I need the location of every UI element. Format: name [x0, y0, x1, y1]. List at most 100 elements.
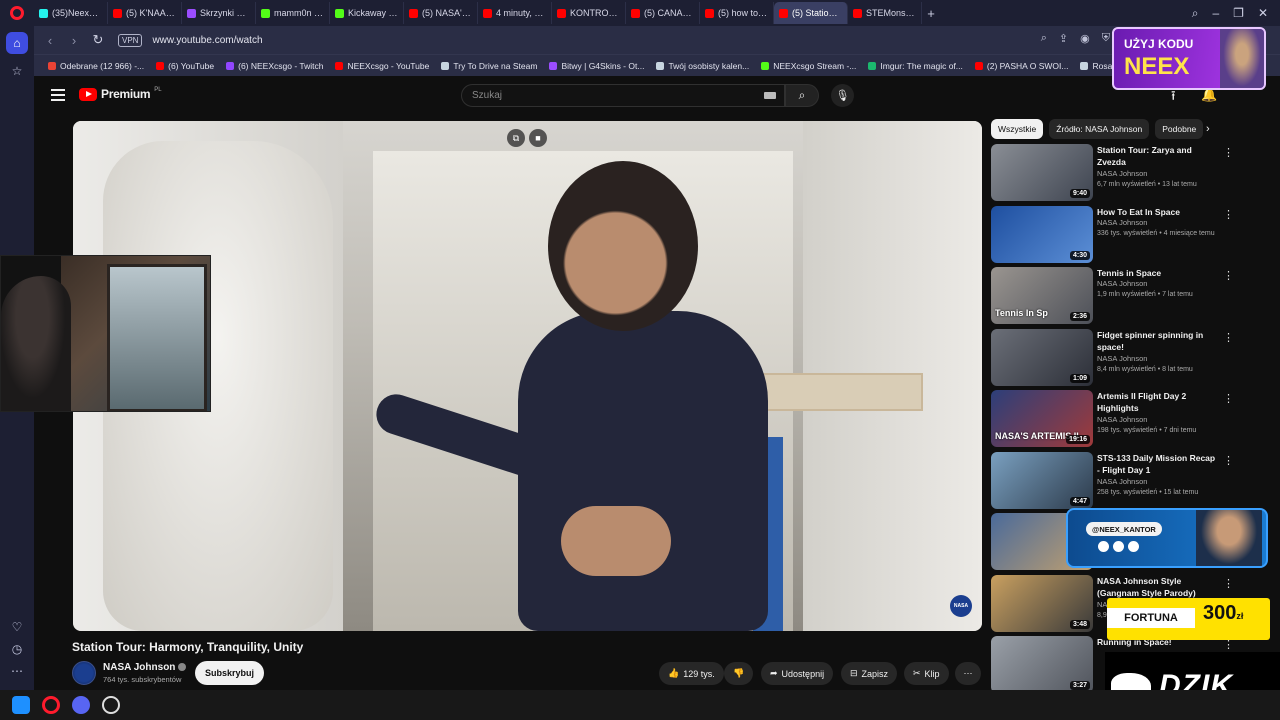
- browser-tab[interactable]: (5) K'NAAN - W: [108, 2, 182, 24]
- pip-icon[interactable]: ⧉: [507, 129, 525, 147]
- bookmark-item[interactable]: NEEXcsgo Stream -...: [755, 61, 862, 71]
- video-thumbnail[interactable]: 9:40: [991, 144, 1093, 201]
- voice-search-button[interactable]: 🎙: [831, 84, 854, 107]
- filter-chip[interactable]: Podobne: [1155, 119, 1204, 139]
- browser-tab[interactable]: Kickaway - Kick Gi: [330, 2, 404, 24]
- video-channel[interactable]: NASA Johnson: [1097, 169, 1147, 178]
- chevron-right-icon[interactable]: ›: [1206, 123, 1210, 135]
- video-title[interactable]: How To Eat In Space: [1097, 206, 1219, 218]
- video-thumbnail[interactable]: Tennis In Sp 2:36: [991, 267, 1093, 324]
- bookmark-item[interactable]: Try To Drive na Steam: [435, 61, 543, 71]
- filter-chip[interactable]: Źródło: NASA Johnson: [1049, 119, 1150, 139]
- video-channel[interactable]: NASA Johnson: [1097, 218, 1147, 227]
- recommendation-item[interactable]: Tennis In Sp 2:36 Tennis in Space NASA John…: [991, 267, 1251, 325]
- more-vert-icon[interactable]: ⋮: [1223, 208, 1234, 221]
- share-button[interactable]: ➦ Udostępnij: [761, 662, 834, 685]
- more-vert-icon[interactable]: ⋮: [1223, 331, 1234, 344]
- video-channel[interactable]: NASA Johnson: [1097, 279, 1147, 288]
- more-icon[interactable]: ⋯: [6, 660, 28, 682]
- upload-icon[interactable]: ⭱: [1171, 87, 1176, 109]
- maximize-icon[interactable]: ❐: [1233, 6, 1244, 20]
- video-title[interactable]: STS-133 Daily Mission Recap - Flight Day…: [1097, 452, 1219, 476]
- home-icon[interactable]: ⌂: [6, 32, 28, 54]
- bookmark-item[interactable]: Odebrane (12 966) -...: [42, 61, 150, 71]
- browser-tab[interactable]: 4 minuty, które zde: [478, 2, 552, 24]
- bookmark-item[interactable]: NEEXcsgo - YouTube: [329, 61, 435, 71]
- dislike-button[interactable]: 👎: [724, 662, 754, 685]
- browser-tab[interactable]: (5) CANAL+ SPORT: [626, 2, 700, 24]
- video-thumbnail[interactable]: 1:09: [991, 328, 1093, 386]
- video-channel[interactable]: NASA Johnson: [1097, 415, 1147, 424]
- back-icon[interactable]: ‹: [38, 33, 62, 48]
- more-vert-icon[interactable]: ⋮: [1223, 146, 1234, 159]
- save-button[interactable]: ⊟ Zapisz: [841, 662, 898, 685]
- camera-icon[interactable]: ◉: [1080, 32, 1090, 45]
- video-channel[interactable]: NA: [1097, 600, 1107, 609]
- camera-record-icon[interactable]: ■: [529, 129, 547, 147]
- search-icon[interactable]: ⌕: [1041, 32, 1047, 45]
- browser-tab[interactable]: (35)Neex4TTV (@ne: [34, 2, 108, 24]
- browser-tab[interactable]: STEMonstrations: S: [848, 2, 922, 24]
- reload-icon[interactable]: ↻: [86, 32, 110, 48]
- forward-icon[interactable]: ›: [62, 33, 86, 48]
- browser-tab[interactable]: (5) Station Tour: Harm: [774, 2, 848, 24]
- more-vert-icon[interactable]: ⋮: [1223, 454, 1234, 467]
- bookmark-item[interactable]: (2) PASHA O SWOI...: [969, 61, 1075, 71]
- like-button[interactable]: 👍 129 tys.: [659, 662, 724, 685]
- opera-logo-icon[interactable]: [0, 0, 34, 26]
- video-title[interactable]: Artemis II Flight Day 2 Highlights: [1097, 390, 1219, 414]
- browser-tab[interactable]: Skrzynki CS:GO/CS: [182, 2, 256, 24]
- video-title[interactable]: NASA Johnson Style (Gangnam Style Parody…: [1097, 575, 1219, 599]
- shield-icon[interactable]: ⛨: [1102, 32, 1110, 45]
- recommendation-item[interactable]: NASA'S ARTEMIS II 19:16 Artemis II Flight …: [991, 390, 1251, 448]
- search-button[interactable]: ⌕: [785, 84, 819, 107]
- bookmark-item[interactable]: (6) YouTube: [150, 61, 220, 71]
- bookmark-item[interactable]: Twój osobisty kalen...: [650, 61, 755, 71]
- more-vert-icon[interactable]: ⋮: [1223, 577, 1234, 590]
- search-input[interactable]: Szukaj: [461, 84, 785, 107]
- video-thumbnail[interactable]: NASA'S ARTEMIS II 19:16: [991, 390, 1093, 447]
- browser-tab[interactable]: (5) how to poop in: [700, 2, 774, 24]
- subscribe-button[interactable]: Subskrybuj: [195, 661, 265, 685]
- video-title[interactable]: Fidget spinner spinning in space!: [1097, 329, 1219, 353]
- video-title[interactable]: Station Tour: Zarya and Zvezda: [1097, 144, 1219, 168]
- video-thumbnail[interactable]: 4:30: [991, 205, 1093, 263]
- youtube-logo[interactable]: Premium PL: [79, 87, 162, 101]
- heart-icon[interactable]: ♡: [6, 616, 28, 638]
- video-thumbnail[interactable]: 3:27: [991, 636, 1093, 693]
- recommendation-item[interactable]: 4:47 STS-133 Daily Mission Recap - Flight…: [991, 451, 1251, 510]
- discord-app-icon[interactable]: [72, 696, 90, 714]
- close-window-icon[interactable]: ✕: [1258, 6, 1268, 20]
- vpn-badge[interactable]: VPN: [118, 33, 143, 47]
- menu-icon[interactable]: [51, 89, 65, 104]
- clip-button[interactable]: ✂ Klip: [904, 662, 949, 685]
- browser-tab[interactable]: (5) NASA's Artemis: [404, 2, 478, 24]
- new-tab-button[interactable]: +: [922, 6, 940, 21]
- recommendation-item[interactable]: 4:30 How To Eat In Space NASA Johnson 336 t…: [991, 205, 1251, 264]
- search-tabs-icon[interactable]: ⌕: [1192, 6, 1199, 21]
- bookmark-item[interactable]: Bitwy | G4Skins - Ot...: [543, 61, 650, 71]
- recommendation-item[interactable]: 9:40 Station Tour: Zarya and Zvezda NASA J…: [991, 144, 1251, 202]
- channel-avatar[interactable]: [72, 661, 96, 685]
- minimize-icon[interactable]: –: [1212, 6, 1219, 20]
- browser-tab[interactable]: mamm0n Strea: [256, 2, 330, 24]
- filter-chip[interactable]: Wszystkie: [991, 119, 1044, 139]
- obs-app-icon[interactable]: [102, 696, 120, 714]
- share-icon[interactable]: ⇪: [1059, 32, 1068, 45]
- bookmark-item[interactable]: Imgur: The magic of...: [862, 61, 969, 71]
- bookmark-item[interactable]: (6) NEEXcsgo - Twitch: [220, 61, 329, 71]
- windows-start-icon[interactable]: [12, 696, 30, 714]
- more-vert-icon[interactable]: ⋮: [1223, 269, 1234, 282]
- history-icon[interactable]: ◷: [6, 638, 28, 660]
- video-thumbnail[interactable]: 4:47: [991, 451, 1093, 509]
- video-title[interactable]: Tennis in Space: [1097, 267, 1219, 279]
- more-actions-button[interactable]: ⋯: [955, 662, 981, 685]
- video-channel[interactable]: NASA Johnson: [1097, 354, 1147, 363]
- more-vert-icon[interactable]: ⋮: [1223, 392, 1234, 405]
- video-thumbnail[interactable]: 3:48: [991, 574, 1093, 632]
- video-channel[interactable]: NASA Johnson: [1097, 477, 1147, 486]
- speed-dial-icon[interactable]: ☆: [6, 60, 28, 82]
- opera-app-icon[interactable]: [42, 696, 60, 714]
- recommendation-item[interactable]: 1:09 Fidget spinner spinning in space! NAS…: [991, 328, 1251, 387]
- browser-tab[interactable]: KONTROWERSJE W: [552, 2, 626, 24]
